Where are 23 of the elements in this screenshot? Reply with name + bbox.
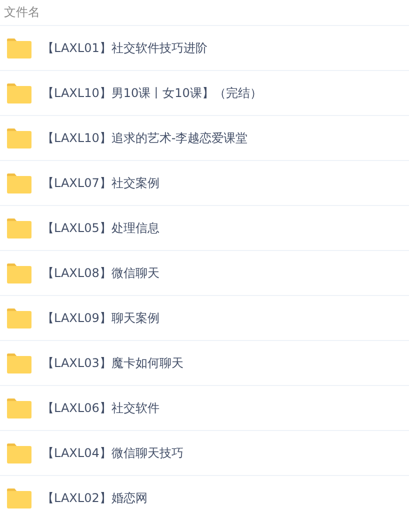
- folder-name[interactable]: 【LAXL10】追求的艺术-李越恋爱课堂: [42, 130, 248, 146]
- folder-icon: [6, 308, 32, 328]
- folder-icon: [6, 398, 32, 418]
- folder-icon: [6, 352, 32, 374]
- folder-name[interactable]: 【LAXL02】婚恋网: [42, 490, 148, 506]
- folder-name[interactable]: 【LAXL03】魔卡如何聊天: [42, 354, 184, 372]
- folder-name[interactable]: 【LAXL09】聊天案例: [42, 310, 160, 326]
- folder-name[interactable]: 【LAXL07】社交案例: [42, 174, 160, 192]
- folder-name[interactable]: 【LAXL06】社交软件: [42, 400, 160, 416]
- folder-icon: [6, 262, 32, 284]
- folder-name[interactable]: 【LAXL04】微信聊天技巧: [42, 444, 184, 462]
- folder-name[interactable]: 【LAXL01】社交软件技巧进阶: [42, 40, 208, 56]
- folder-icon: [6, 218, 32, 238]
- folder-name[interactable]: 【LAXL08】微信聊天: [42, 264, 160, 282]
- column-header: 文件名: [4, 4, 40, 21]
- folder-icon: [6, 128, 32, 148]
- folder-icon: [6, 82, 32, 104]
- folder-icon: [6, 442, 32, 464]
- folder-icon: [6, 38, 32, 58]
- folder-icon: [6, 488, 32, 508]
- folder-name[interactable]: 【LAXL10】男10课丨女10课】（完结）: [42, 84, 262, 102]
- folder-name[interactable]: 【LAXL05】处理信息: [42, 220, 160, 236]
- folder-icon: [6, 172, 32, 194]
